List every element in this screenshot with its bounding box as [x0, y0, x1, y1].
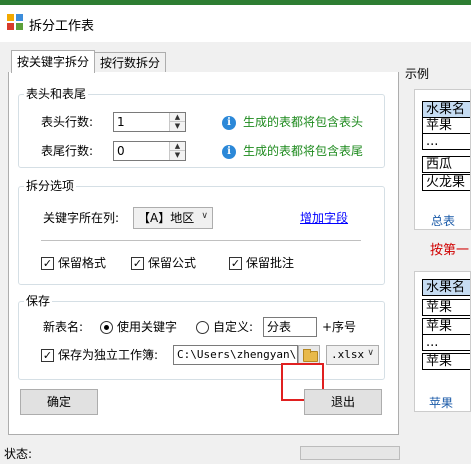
status-label: 状态: [4, 447, 33, 461]
key-column-label: 关键字所在列: [43, 211, 120, 225]
keep-format-checkbox[interactable]: ✓ [41, 257, 54, 270]
example-cell: ... [422, 133, 470, 150]
stepper-down-icon[interactable]: ▼ [170, 122, 185, 131]
save-as-workbook-checkbox[interactable]: ✓ [41, 349, 54, 362]
custom-name-label: 自定义: [213, 320, 254, 334]
save-group-title: 保存 [24, 294, 53, 308]
example-sheet-tab: 总表 [431, 214, 456, 228]
divider [41, 240, 361, 241]
use-keyword-label: 使用关键字 [117, 320, 178, 334]
example-cell: 苹果 [422, 353, 470, 370]
use-keyword-radio[interactable] [100, 321, 113, 334]
chevron-down-icon: ∨ [367, 348, 374, 358]
progress-bar [300, 446, 400, 460]
browse-folder-button[interactable] [298, 345, 320, 365]
custom-name-radio[interactable] [196, 321, 209, 334]
tab-split-by-rows[interactable]: 按行数拆分 [94, 52, 167, 72]
save-as-workbook-label: 保存为独立工作簿: [58, 348, 159, 362]
example-cell: 苹果 [422, 299, 470, 316]
header-footer-group-title: 表头和表尾 [24, 87, 89, 101]
save-path-input[interactable]: C:\Users\zhengyan\De [173, 345, 298, 365]
header-rows-label: 表头行数: [41, 115, 94, 129]
example-cell: 火龙果 [422, 174, 470, 191]
tab-split-by-keyword[interactable]: 按关键字拆分 [11, 50, 96, 73]
example-cell: ... [422, 334, 470, 351]
example-top-sheet: 水果名 苹果 ... 西瓜 火龙果 总表 [414, 89, 471, 230]
example-cell: 苹果 [422, 318, 470, 335]
chevron-down-icon: ∨ [201, 211, 208, 221]
status-bar [0, 441, 471, 464]
header-hint: 生成的表都将包含表头 [243, 115, 364, 129]
footer-rows-stepper[interactable]: 0 ▲ ▼ [113, 141, 186, 161]
add-field-link[interactable]: 增加字段 [300, 210, 348, 226]
key-column-select[interactable]: 【A】地区 ∨ [133, 207, 213, 229]
example-cell: 西瓜 [422, 156, 470, 173]
exit-button[interactable]: 退出 [304, 389, 382, 415]
stepper-up-icon[interactable]: ▲ [170, 142, 185, 151]
save-group [18, 301, 385, 380]
example-sheet-tab: 苹果 [429, 396, 454, 410]
header-rows-value: 1 [117, 115, 125, 129]
window-title: 拆分工作表 [29, 19, 95, 34]
example-cell: 苹果 [422, 117, 470, 134]
keep-comment-checkbox[interactable]: ✓ [229, 257, 242, 270]
keep-formula-checkbox[interactable]: ✓ [131, 257, 144, 270]
folder-icon [303, 349, 318, 362]
example-cell: 水果名 [422, 101, 470, 118]
footer-rows-value: 0 [117, 144, 125, 158]
info-icon: i [222, 145, 236, 159]
key-column-value: 【A】地区 [138, 211, 195, 225]
stepper-up-icon[interactable]: ▲ [170, 113, 185, 122]
example-cell: 水果名 [422, 279, 470, 296]
new-name-label: 新表名: [43, 320, 84, 334]
keep-comment-label: 保留批注 [246, 256, 295, 270]
footer-rows-label: 表尾行数: [41, 144, 94, 158]
stepper-down-icon[interactable]: ▼ [170, 151, 185, 160]
suffix-text: +序号 [322, 320, 357, 334]
custom-name-input[interactable]: 分表 [263, 317, 317, 337]
keep-formula-label: 保留公式 [148, 256, 197, 270]
ok-button[interactable]: 确定 [20, 389, 98, 415]
extension-select[interactable]: .xlsx ∨ [326, 345, 379, 365]
example-middle-text: 按第一 [430, 243, 470, 258]
info-icon: i [222, 116, 236, 130]
footer-hint: 生成的表都将包含表尾 [243, 144, 364, 158]
header-rows-stepper[interactable]: 1 ▲ ▼ [113, 112, 186, 132]
split-options-group-title: 拆分选项 [24, 179, 77, 193]
example-bottom-sheet: 水果名 苹果 苹果 ... 苹果 苹果 [414, 271, 471, 412]
app-icon [6, 13, 24, 31]
example-title: 示例 [405, 67, 430, 81]
keep-format-label: 保留格式 [58, 256, 107, 270]
